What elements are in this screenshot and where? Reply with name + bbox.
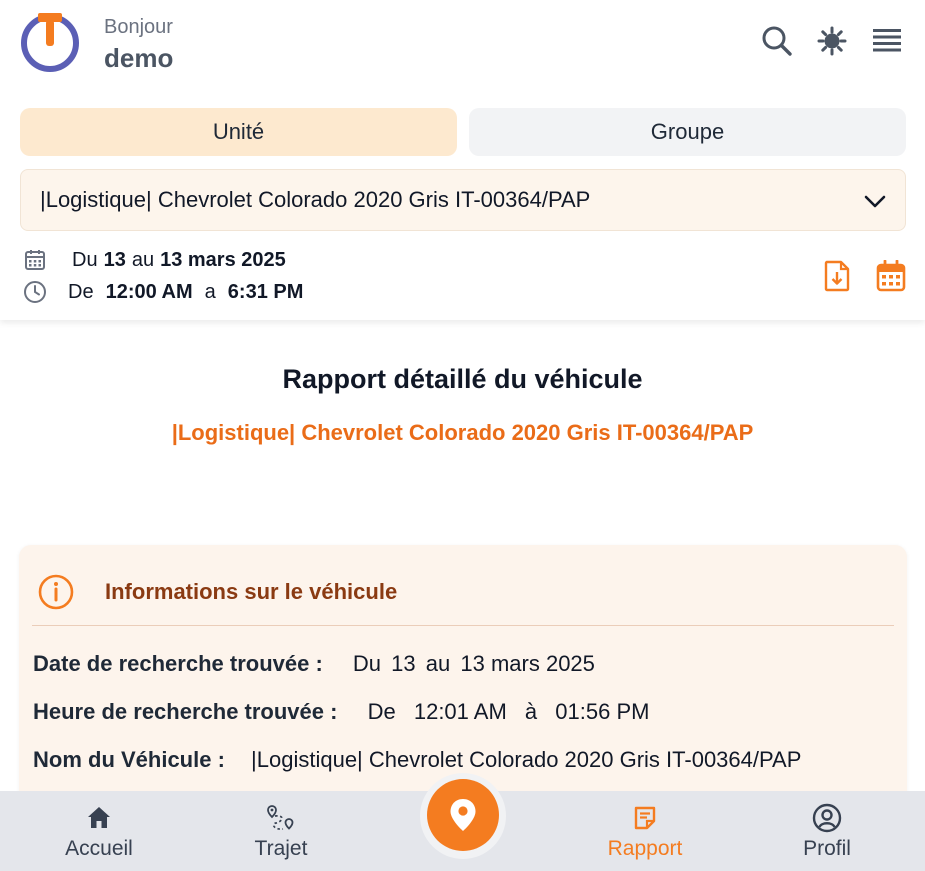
nav-label: Trajet <box>254 837 308 860</box>
info-value-part: à <box>524 699 538 724</box>
card-divider <box>32 625 894 626</box>
download-icon[interactable] <box>820 258 854 294</box>
tab-groupe[interactable]: Groupe <box>469 108 906 156</box>
vehicle-select-value: |Logistique| Chevrolet Colorado 2020 Gri… <box>40 187 591 212</box>
greeting-text: Bonjour <box>104 16 173 38</box>
date-start-day: 13 <box>103 248 126 271</box>
time-start: 12:00 AM <box>105 280 193 303</box>
location-pin-icon <box>450 799 476 831</box>
info-label: Nom du Véhicule : <box>33 747 225 772</box>
map-fab-button[interactable] <box>427 779 499 851</box>
tab-groupe-label: Groupe <box>650 119 725 144</box>
report-vehicle-name: |Logistique| Chevrolet Colorado 2020 Gri… <box>171 420 754 445</box>
nav-label: Rapport <box>607 837 683 860</box>
info-value-part: 13 mars 2025 <box>460 651 595 676</box>
card-title: Informations sur le véhicule <box>105 579 398 604</box>
info-value-part: au <box>425 651 451 676</box>
brightness-icon[interactable] <box>815 24 849 58</box>
info-icon <box>38 574 74 610</box>
username: demo <box>104 43 174 73</box>
info-row-time: Heure de recherche trouvée : De 12:01 AM… <box>33 699 649 725</box>
info-value-part: De <box>367 699 396 724</box>
date-prefix: Du <box>72 248 98 271</box>
info-value-part: 13 <box>391 651 416 676</box>
top-panel: Bonjour demo Unité Groupe |Logistique| C… <box>0 0 925 320</box>
date-range-row: Du 13 au 13 mars 2025 <box>22 247 286 273</box>
info-value: |Logistique| Chevrolet Colorado 2020 Gri… <box>251 747 802 772</box>
card-header: Informations sur le véhicule <box>37 573 397 611</box>
time-end: 6:31 PM <box>227 280 304 303</box>
nav-label: Profil <box>803 837 851 860</box>
clock-icon <box>22 279 48 305</box>
profile-icon <box>812 803 842 833</box>
tab-unite[interactable]: Unité <box>20 108 457 156</box>
info-value-part: 01:56 PM <box>555 699 650 724</box>
date-end: 13 mars 2025 <box>160 248 286 271</box>
nav-rapport[interactable]: Rapport <box>585 791 705 871</box>
home-icon <box>84 803 114 833</box>
nav-label: Accueil <box>65 837 133 860</box>
calendar-icon[interactable] <box>874 258 908 294</box>
report-title: Rapport détaillé du véhicule <box>282 364 643 394</box>
menu-icon[interactable] <box>870 24 904 58</box>
route-icon <box>266 803 296 833</box>
info-value-part: 12:01 AM <box>413 699 507 724</box>
info-label: Heure de recherche trouvée : <box>33 699 338 724</box>
app-logo <box>21 13 79 72</box>
date-connector: au <box>131 248 155 271</box>
nav-trajet[interactable]: Trajet <box>221 791 341 871</box>
nav-profil[interactable]: Profil <box>767 791 887 871</box>
time-range-row: De 12:00 AM a 6:31 PM <box>22 279 303 305</box>
time-connector: a <box>204 280 216 303</box>
search-icon[interactable] <box>760 24 794 58</box>
info-row-date: Date de recherche trouvée : Du 13 au 13 … <box>33 651 595 677</box>
nav-accueil[interactable]: Accueil <box>39 791 159 871</box>
chevron-down-icon <box>864 195 886 208</box>
time-prefix: De <box>68 280 94 303</box>
info-value-part: Du <box>352 651 382 676</box>
calendar-small-icon <box>22 247 48 273</box>
info-label: Date de recherche trouvée : <box>33 651 323 676</box>
vehicle-select[interactable]: |Logistique| Chevrolet Colorado 2020 Gri… <box>20 169 906 231</box>
info-row-vehicle: Nom du Véhicule : |Logistique| Chevrolet… <box>33 747 801 773</box>
report-icon <box>630 803 660 833</box>
tab-unite-label: Unité <box>212 119 265 144</box>
